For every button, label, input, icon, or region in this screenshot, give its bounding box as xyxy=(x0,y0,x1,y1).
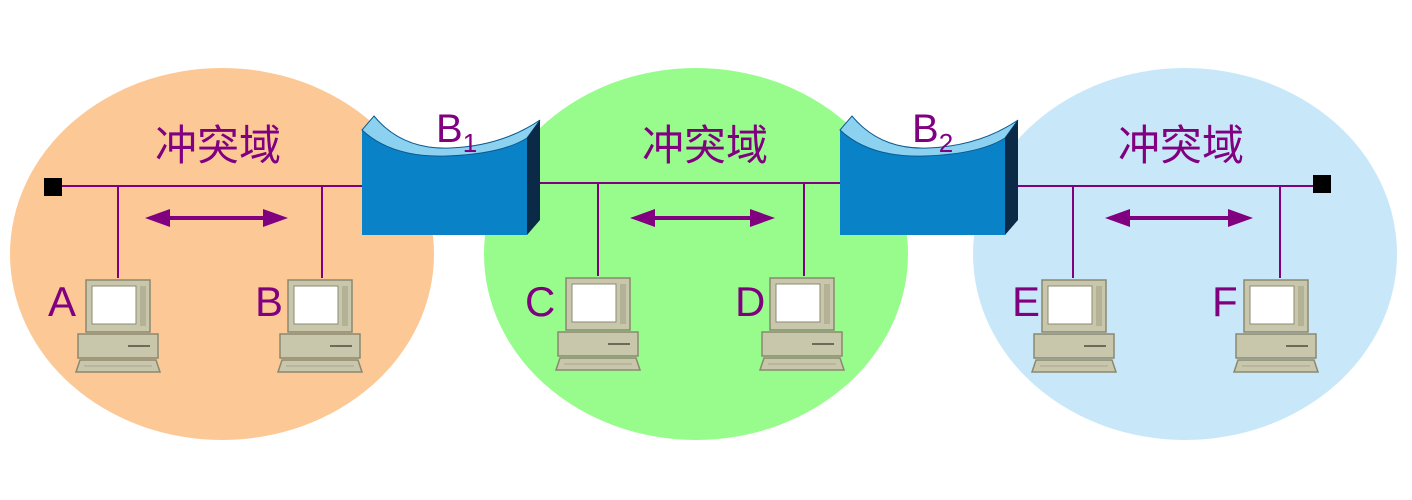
host-label-f: F xyxy=(1212,278,1238,325)
computer-icon xyxy=(75,279,161,373)
host-label-c: C xyxy=(525,278,555,325)
bridge-subscript-b1: 1 xyxy=(463,128,477,158)
terminator-right xyxy=(1313,175,1331,193)
collision-domain-label-left: 冲突域 xyxy=(155,122,281,169)
bridge-label-b1: B1 xyxy=(436,107,477,158)
host-label-b: B xyxy=(255,278,283,325)
host-label-e: E xyxy=(1012,278,1040,325)
host-label-a: A xyxy=(48,278,76,325)
computer-icon xyxy=(1233,279,1319,373)
computer-icon xyxy=(277,279,363,373)
terminator-left xyxy=(44,178,62,196)
computer-icon xyxy=(1031,279,1117,373)
host-label-d: D xyxy=(735,278,765,325)
bridge-network-diagram: B1 B2 冲突域 冲突域 冲突域 A B C D E F xyxy=(10,68,1397,440)
collision-domain-label-middle: 冲突域 xyxy=(642,122,768,169)
collision-domain-label-right: 冲突域 xyxy=(1118,122,1244,169)
computer-icon xyxy=(555,277,641,371)
bridge-label-b2: B2 xyxy=(912,107,953,158)
bridge-subscript-b2: 2 xyxy=(939,128,953,158)
computer-icon xyxy=(759,277,845,371)
